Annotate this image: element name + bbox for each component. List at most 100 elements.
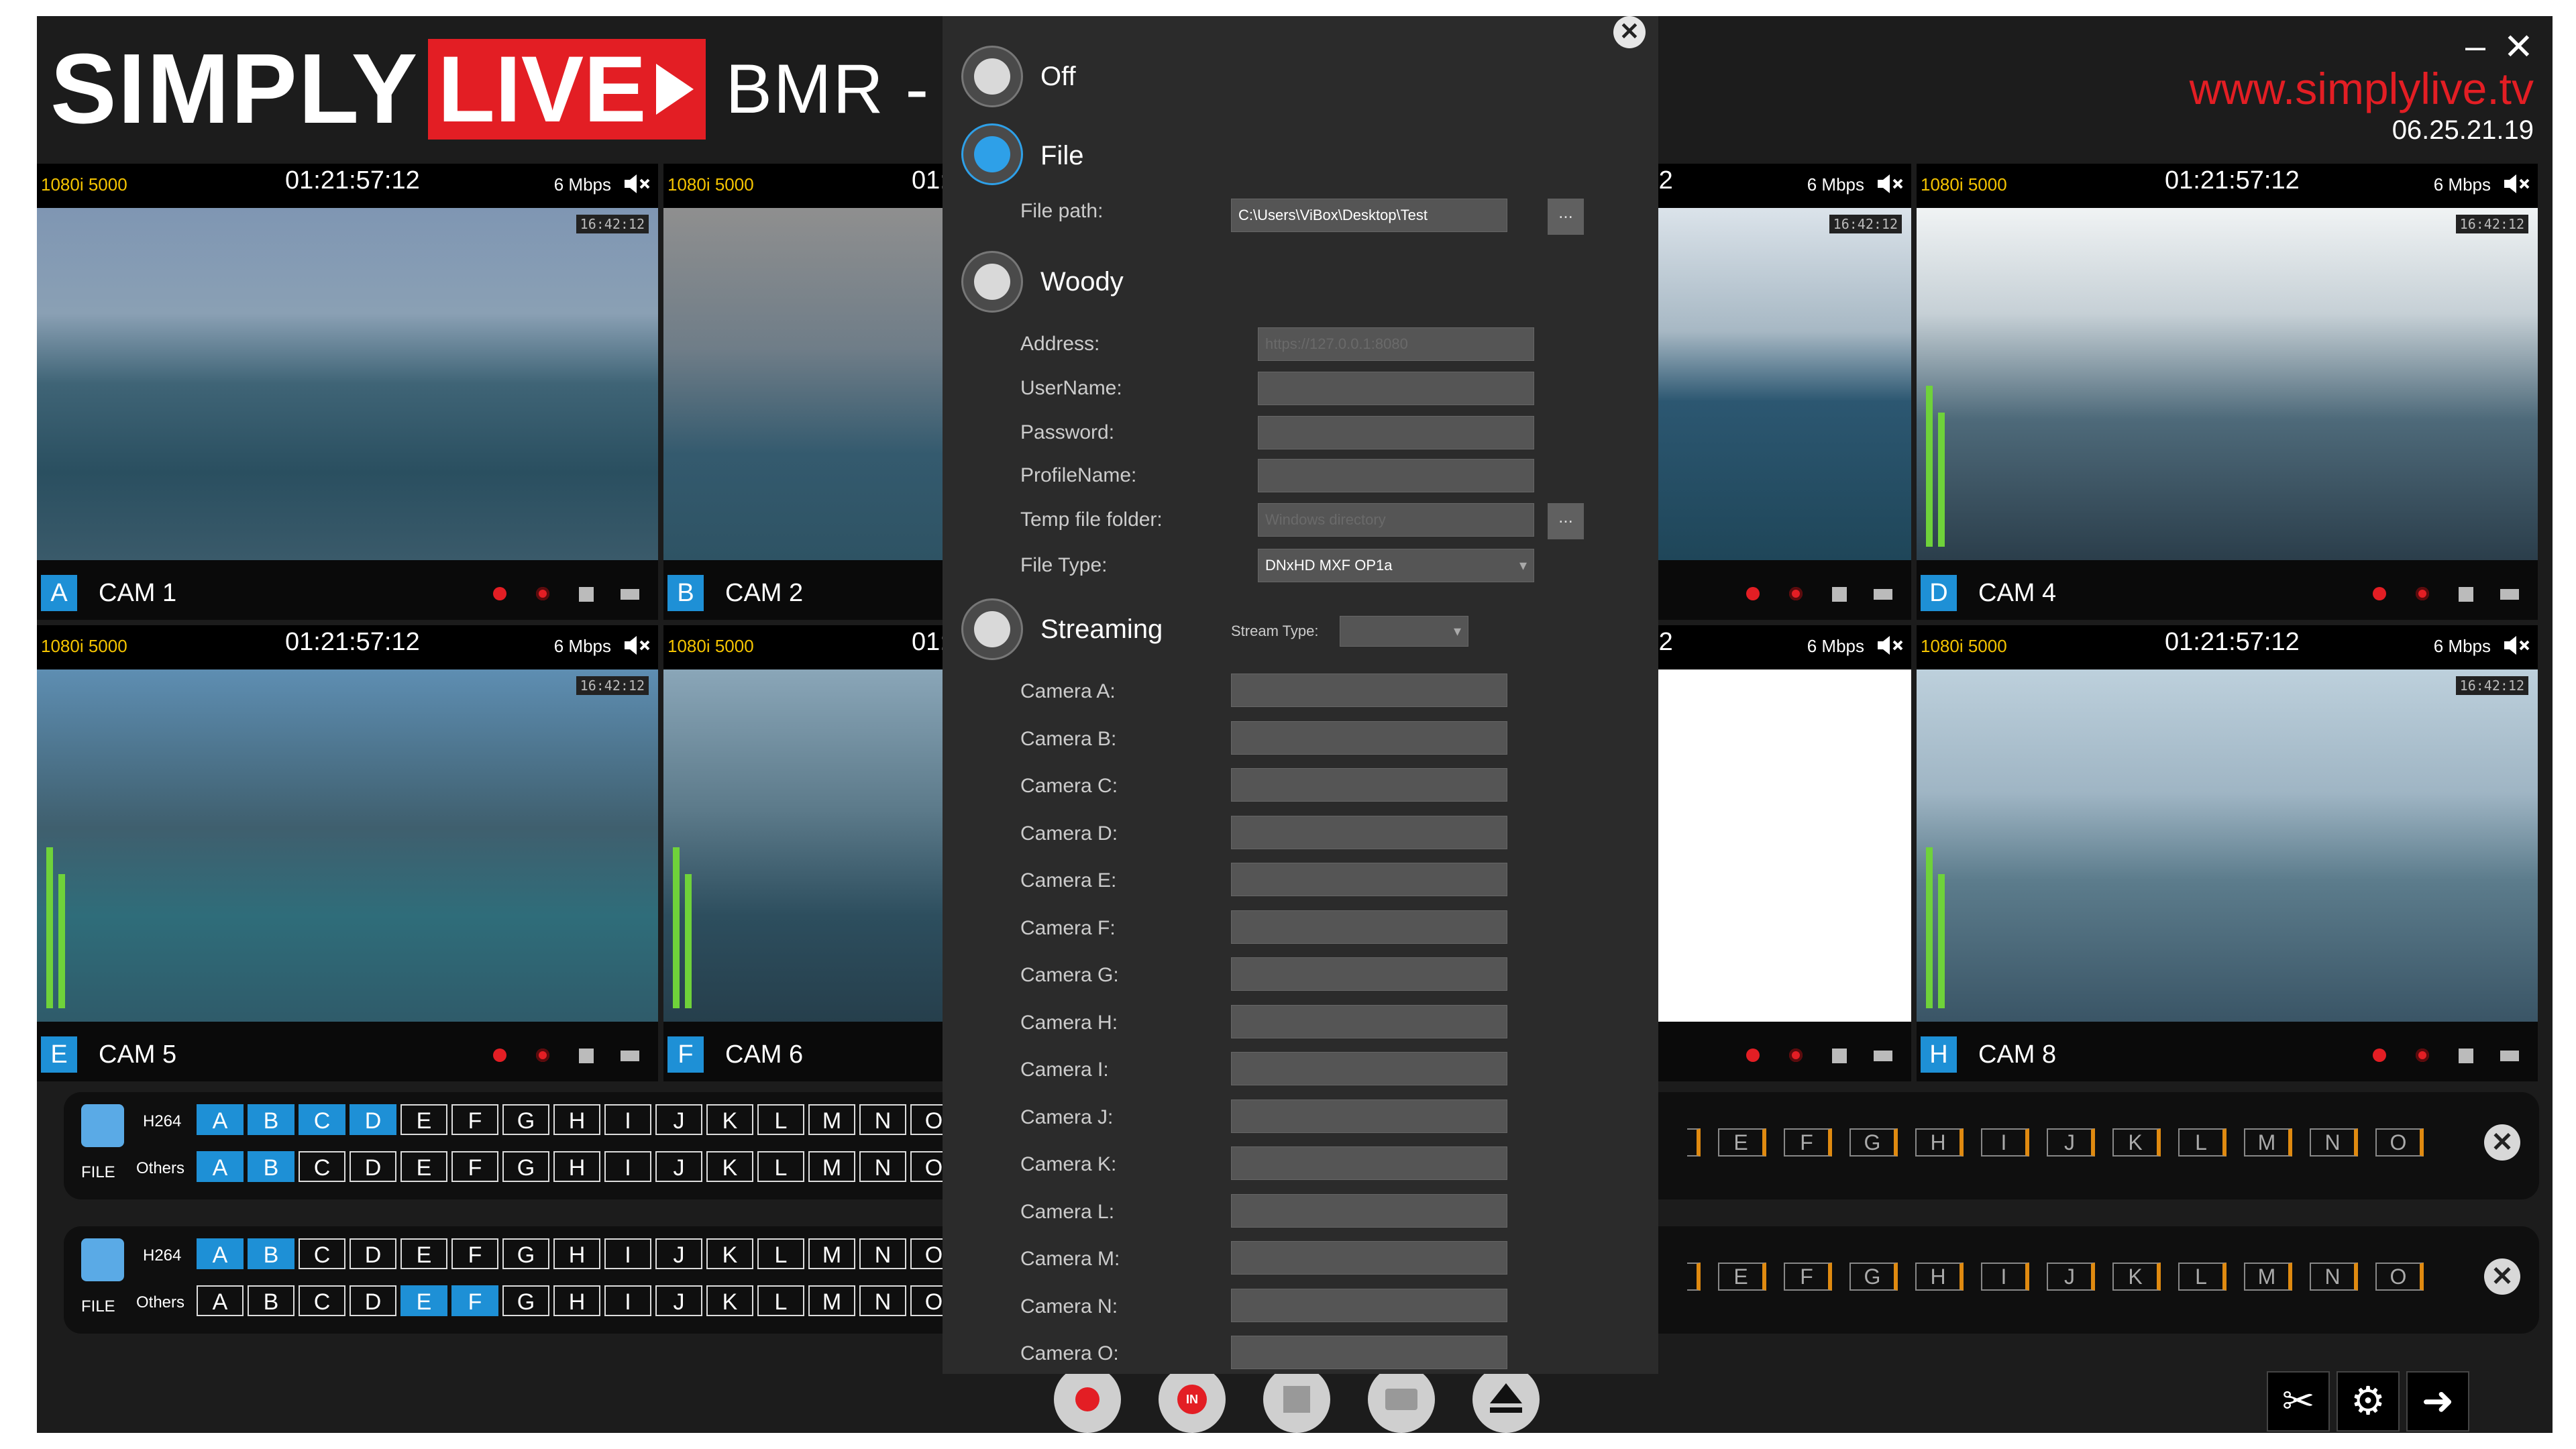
- camera-stream-input-l[interactable]: [1231, 1193, 1507, 1228]
- h264-chip-n[interactable]: N: [859, 1104, 906, 1135]
- camera-stream-input-i[interactable]: [1231, 1052, 1507, 1085]
- others-chip-b[interactable]: B: [248, 1151, 294, 1182]
- mute-icon[interactable]: [2500, 168, 2532, 200]
- address-input[interactable]: https://127.0.0.1:8080: [1258, 327, 1534, 361]
- file-type-select[interactable]: DNxHD MXF OP1a ▾: [1258, 549, 1534, 582]
- record-dot-icon[interactable]: [1746, 1049, 1760, 1062]
- temp-folder-browse-button[interactable]: ...: [1548, 503, 1584, 539]
- live-dot-icon[interactable]: [1789, 1049, 1803, 1062]
- dialog-close-icon[interactable]: ✕: [1613, 16, 1646, 48]
- camera-stream-input-d[interactable]: [1231, 815, 1507, 849]
- file-path-browse-button[interactable]: ...: [1548, 199, 1584, 235]
- password-input[interactable]: [1258, 416, 1534, 449]
- live-dot-icon[interactable]: [536, 1049, 549, 1062]
- others-chip-g[interactable]: G: [502, 1151, 549, 1182]
- others-chip-f[interactable]: F: [451, 1285, 498, 1316]
- temp-folder-input[interactable]: Windows directory: [1258, 503, 1534, 537]
- radio-streaming[interactable]: [961, 598, 1023, 660]
- h264-chip-g[interactable]: G: [502, 1238, 549, 1269]
- clip-bar-icon[interactable]: [2500, 589, 2519, 600]
- h264-chip-h[interactable]: H: [553, 1104, 600, 1135]
- others-chip-n[interactable]: N: [859, 1285, 906, 1316]
- others-chip-n[interactable]: N: [859, 1151, 906, 1182]
- profilename-input[interactable]: [1258, 459, 1534, 492]
- clip-bar-icon[interactable]: [1874, 1051, 1892, 1061]
- others-chip-i[interactable]: I: [604, 1151, 651, 1182]
- h264-chip-a[interactable]: A: [197, 1104, 244, 1135]
- h264-chip-c[interactable]: C: [299, 1104, 345, 1135]
- others-chip-g[interactable]: G: [502, 1285, 549, 1316]
- stop-button[interactable]: [1263, 1366, 1330, 1433]
- h264-chip-k[interactable]: K: [706, 1238, 753, 1269]
- others-chip-c[interactable]: C: [299, 1285, 345, 1316]
- right-chip[interactable]: H: [1915, 1263, 1964, 1291]
- h264-chip-k[interactable]: K: [706, 1104, 753, 1135]
- others-chip-j[interactable]: J: [655, 1151, 702, 1182]
- right-chip[interactable]: E: [1718, 1263, 1766, 1291]
- camera-stream-input-g[interactable]: [1231, 957, 1507, 991]
- eject-button[interactable]: [1472, 1366, 1540, 1433]
- camera-stream-input-k[interactable]: [1231, 1146, 1507, 1180]
- username-input[interactable]: [1258, 372, 1534, 405]
- live-dot-icon[interactable]: [536, 587, 549, 600]
- gear-icon[interactable]: ⚙: [2337, 1371, 2400, 1432]
- radio-woody[interactable]: [961, 251, 1023, 313]
- record-dot-icon[interactable]: [1746, 587, 1760, 600]
- h264-chip-e[interactable]: E: [400, 1238, 447, 1269]
- right-chip[interactable]: J: [2047, 1263, 2095, 1291]
- others-chip-h[interactable]: H: [553, 1151, 600, 1182]
- h264-chip-m[interactable]: M: [808, 1104, 855, 1135]
- camera-stream-input-f[interactable]: [1231, 910, 1507, 944]
- others-chip-d[interactable]: D: [350, 1285, 396, 1316]
- h264-chip-m[interactable]: M: [808, 1238, 855, 1269]
- stop-square-icon[interactable]: [579, 587, 594, 602]
- h264-chip-l[interactable]: L: [757, 1238, 804, 1269]
- record-dot-icon[interactable]: [2373, 1049, 2386, 1062]
- right-chip[interactable]: F: [1784, 1263, 1832, 1291]
- others-chip-c[interactable]: C: [299, 1151, 345, 1182]
- camera-stream-input-j[interactable]: [1231, 1099, 1507, 1133]
- record-dot-icon[interactable]: [2373, 587, 2386, 600]
- others-chip-d[interactable]: D: [350, 1151, 396, 1182]
- clip-button[interactable]: [1368, 1366, 1435, 1433]
- others-chip-f[interactable]: F: [451, 1151, 498, 1182]
- camera-tile-a[interactable]: 1080i 5000 01:21:57:12 6 Mbps 16:42:12 A CAM …: [37, 164, 658, 620]
- others-chip-e[interactable]: E: [400, 1285, 447, 1316]
- h264-chip-d[interactable]: D: [350, 1238, 396, 1269]
- file-row-close-icon[interactable]: ✕: [2484, 1258, 2520, 1295]
- stream-type-select[interactable]: ▾: [1340, 616, 1468, 647]
- in-button[interactable]: IN: [1159, 1366, 1226, 1433]
- h264-chip-d[interactable]: D: [350, 1104, 396, 1135]
- file-row-close-icon[interactable]: ✕: [2484, 1124, 2520, 1161]
- h264-chip-b[interactable]: B: [248, 1238, 294, 1269]
- window-close-button[interactable]: ✕: [2504, 25, 2534, 68]
- stop-square-icon[interactable]: [1832, 587, 1847, 602]
- h264-chip-i[interactable]: I: [604, 1104, 651, 1135]
- others-chip-i[interactable]: I: [604, 1285, 651, 1316]
- mute-icon[interactable]: [1874, 629, 1906, 661]
- mute-icon[interactable]: [1874, 168, 1906, 200]
- camera-stream-input-m[interactable]: [1231, 1241, 1507, 1275]
- h264-chip-b[interactable]: B: [248, 1104, 294, 1135]
- h264-chip-h[interactable]: H: [553, 1238, 600, 1269]
- record-dot-icon[interactable]: [493, 587, 506, 600]
- camera-stream-input-n[interactable]: [1231, 1288, 1507, 1322]
- clip-bar-icon[interactable]: [621, 1051, 639, 1061]
- right-chip[interactable]: O: [2375, 1263, 2424, 1291]
- camera-stream-input-o[interactable]: [1231, 1336, 1507, 1369]
- right-chip[interactable]: L: [2178, 1128, 2226, 1157]
- right-chip[interactable]: K: [2112, 1263, 2161, 1291]
- h264-chip-g[interactable]: G: [502, 1104, 549, 1135]
- folder-icon[interactable]: [81, 1104, 124, 1147]
- record-dot-icon[interactable]: [493, 1049, 506, 1062]
- right-chip[interactable]: M: [2244, 1263, 2292, 1291]
- clip-bar-icon[interactable]: [2500, 1051, 2519, 1061]
- clip-bar-icon[interactable]: [621, 589, 639, 600]
- h264-chip-j[interactable]: J: [655, 1238, 702, 1269]
- h264-chip-f[interactable]: F: [451, 1104, 498, 1135]
- camera-stream-input-c[interactable]: [1231, 768, 1507, 802]
- record-button[interactable]: [1054, 1366, 1121, 1433]
- h264-chip-i[interactable]: I: [604, 1238, 651, 1269]
- h264-chip-n[interactable]: N: [859, 1238, 906, 1269]
- others-chip-l[interactable]: L: [757, 1285, 804, 1316]
